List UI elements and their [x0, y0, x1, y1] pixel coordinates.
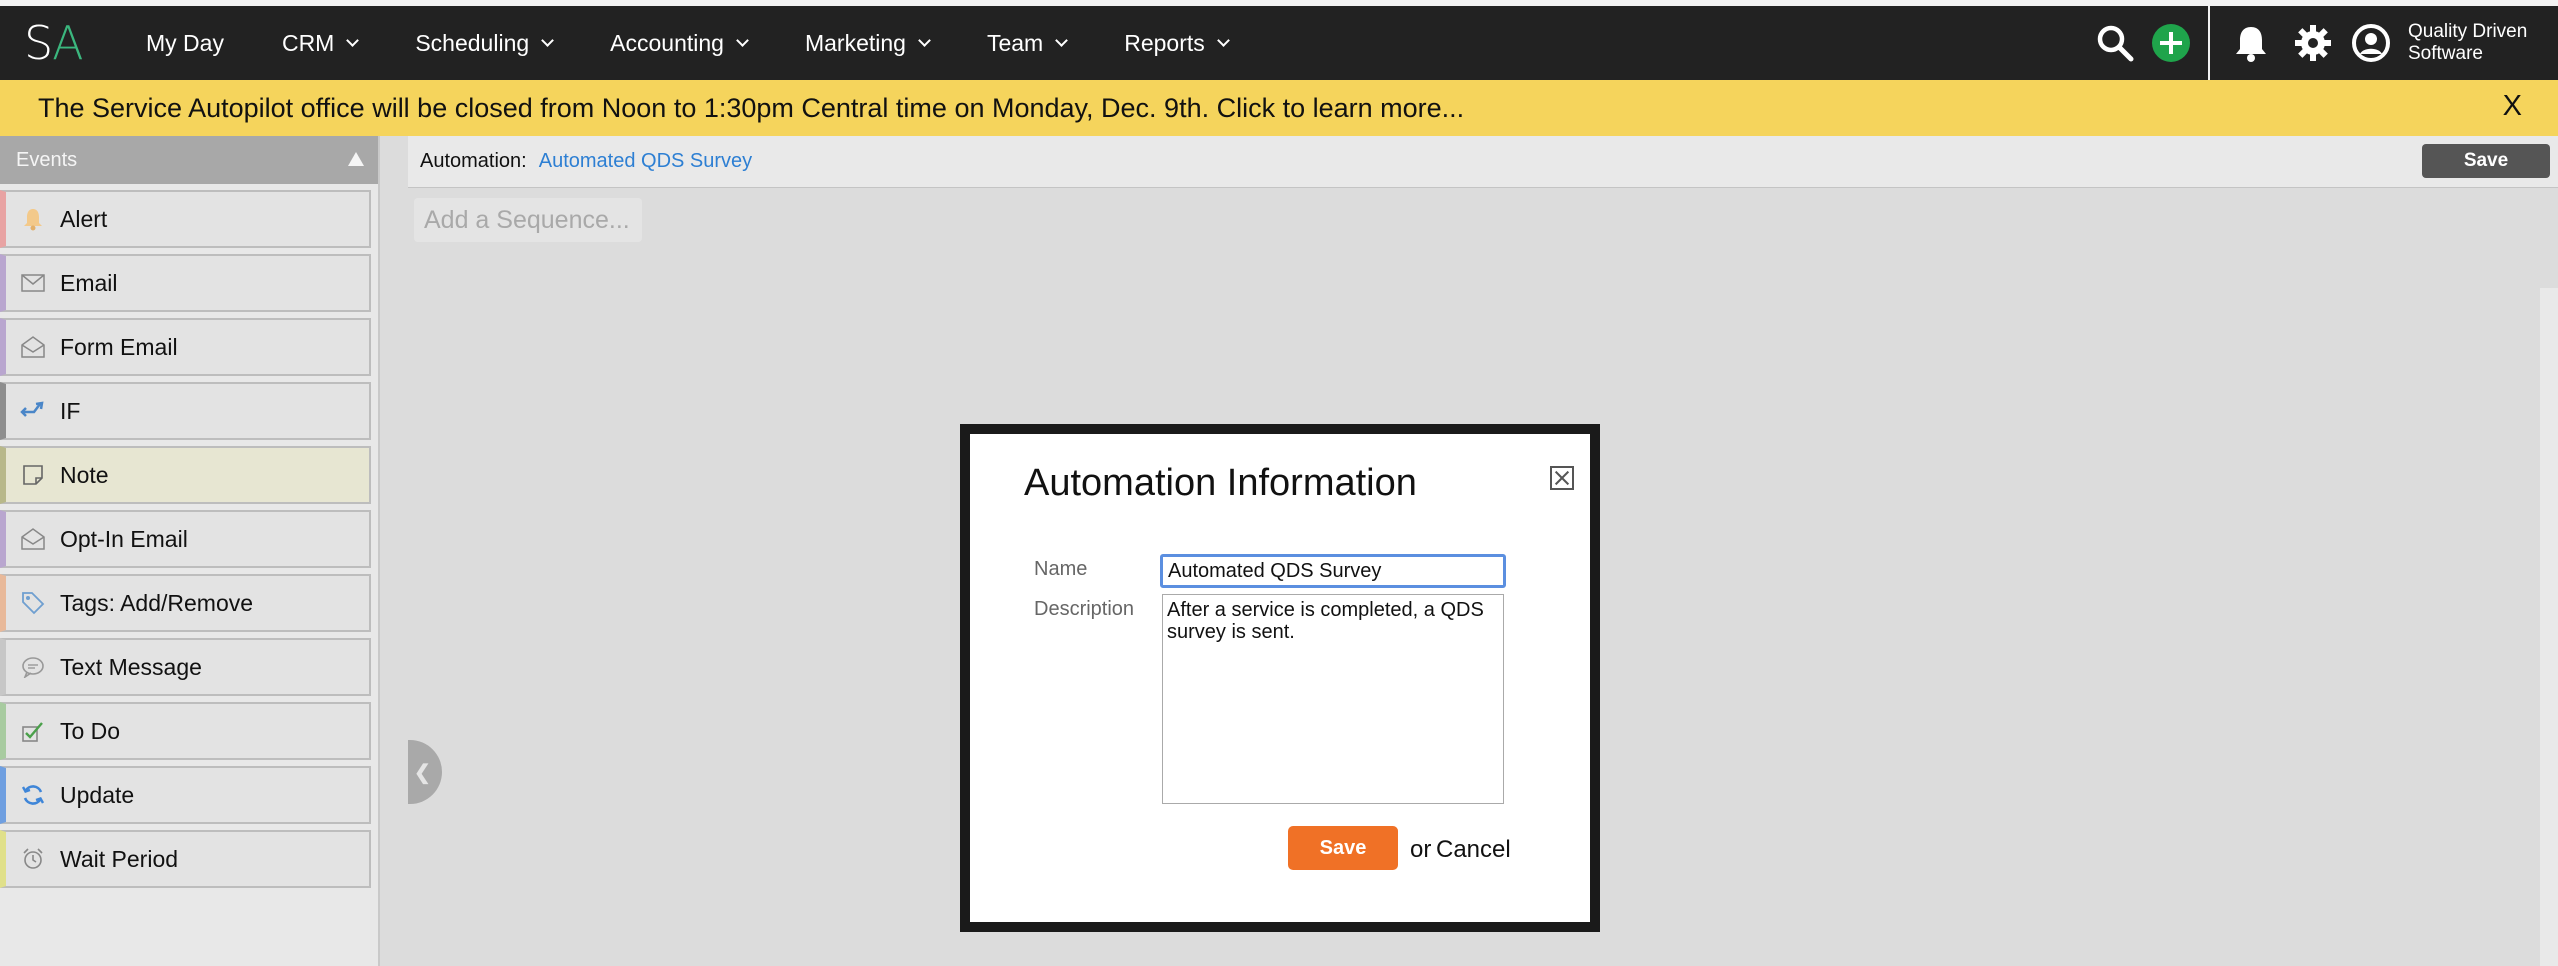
- event-to-do[interactable]: To Do: [0, 702, 371, 760]
- banner-text: The Service Autopilot office will be clo…: [38, 92, 1465, 123]
- chat-bubble-icon: [18, 652, 48, 682]
- events-panel-header[interactable]: Events: [0, 136, 378, 184]
- event-if[interactable]: IF: [0, 382, 371, 440]
- chevron-left-icon: ❮: [414, 762, 431, 784]
- chevron-down-icon: [1216, 33, 1230, 47]
- event-form-email[interactable]: Form Email: [0, 318, 371, 376]
- automation-name-input[interactable]: [1160, 554, 1506, 588]
- automation-information-dialog: Automation Information Name Description …: [960, 424, 1600, 932]
- nav-team[interactable]: Team: [987, 30, 1069, 57]
- event-list: Alert Email Form Email IF Note Opt-In Em…: [0, 184, 378, 888]
- event-label: Alert: [60, 205, 108, 232]
- chevron-down-icon: [541, 33, 555, 47]
- dialog-cancel-link[interactable]: Cancel: [1436, 836, 1511, 864]
- open-envelope-icon: [18, 332, 48, 362]
- event-text-message[interactable]: Text Message: [0, 638, 371, 696]
- refresh-icon: [18, 780, 48, 810]
- event-label: Form Email: [60, 333, 178, 360]
- dialog-save-button[interactable]: Save: [1288, 826, 1398, 870]
- automation-description-textarea[interactable]: After a service is completed, a QDS surv…: [1162, 594, 1504, 804]
- event-update[interactable]: Update: [0, 766, 371, 824]
- event-label: Note: [60, 461, 109, 488]
- event-label: Tags: Add/Remove: [60, 589, 254, 616]
- breadcrumb-automation-link[interactable]: Automated QDS Survey: [539, 150, 752, 173]
- nav-crm[interactable]: CRM: [282, 30, 360, 57]
- canvas-scrollbar[interactable]: [2540, 288, 2558, 966]
- event-label: Text Message: [60, 653, 202, 680]
- event-alert[interactable]: Alert: [0, 190, 371, 248]
- event-opt-in-email[interactable]: Opt-In Email: [0, 510, 371, 568]
- event-tags-add-remove[interactable]: Tags: Add/Remove: [0, 574, 371, 632]
- nav-my-day[interactable]: My Day: [146, 30, 224, 57]
- events-panel-title: Events: [16, 148, 78, 171]
- chevron-down-icon: [918, 33, 931, 47]
- envelope-icon: [18, 268, 48, 298]
- dialog-title: Automation Information: [1024, 462, 1417, 504]
- account-name-line1: Quality Driven: [2408, 21, 2528, 42]
- header-divider: [2208, 6, 2210, 80]
- breadcrumb: Automation: Automated QDS Survey Save: [408, 136, 2558, 188]
- description-label: Description: [1034, 598, 1135, 620]
- tag-icon: [18, 588, 48, 618]
- save-automation-button[interactable]: Save: [2422, 144, 2550, 178]
- add-icon[interactable]: [2148, 20, 2194, 66]
- nav-marketing[interactable]: Marketing: [805, 30, 931, 57]
- open-envelope-icon: [18, 524, 48, 554]
- event-note[interactable]: Note: [0, 446, 371, 504]
- event-label: IF: [60, 397, 81, 424]
- chevron-down-icon: [346, 33, 360, 47]
- account-name-line2: Software: [2408, 43, 2483, 64]
- event-label: Email: [60, 269, 118, 296]
- name-label: Name: [1034, 558, 1088, 580]
- gear-icon[interactable]: [2290, 20, 2336, 66]
- checkbox-icon: [18, 716, 48, 746]
- bell-icon[interactable]: [2228, 20, 2274, 66]
- event-label: Opt-In Email: [60, 525, 188, 552]
- add-sequence-button[interactable]: Add a Sequence...: [414, 198, 642, 242]
- event-label: Update: [60, 781, 135, 808]
- event-wait-period[interactable]: Wait Period: [0, 830, 371, 888]
- bell-icon: [18, 204, 48, 234]
- nav-reports[interactable]: Reports: [1124, 30, 1230, 57]
- or-text: or: [1410, 836, 1432, 863]
- chevron-down-icon: [736, 33, 749, 47]
- collapse-arrow-icon[interactable]: [348, 152, 364, 166]
- branch-arrow-icon: [18, 396, 48, 426]
- breadcrumb-label: Automation:: [420, 150, 527, 172]
- top-navigation-bar: SA My Day CRM Scheduling Accounting Mark…: [0, 0, 2558, 80]
- events-sidebar: Events Alert Email Form Email IF Note Op…: [0, 136, 380, 966]
- account-name[interactable]: Quality Driven Software: [2408, 21, 2558, 65]
- alarm-clock-icon: [18, 844, 48, 874]
- announcement-banner[interactable]: The Service Autopilot office will be clo…: [0, 80, 2558, 136]
- header-actions: Quality Driven Software: [2092, 6, 2558, 80]
- note-icon: [18, 460, 48, 490]
- event-label: Wait Period: [60, 845, 179, 872]
- event-email[interactable]: Email: [0, 254, 371, 312]
- banner-close-button[interactable]: X: [2503, 90, 2522, 123]
- service-autopilot-logo[interactable]: SA: [24, 16, 84, 70]
- event-label: To Do: [60, 717, 121, 744]
- search-icon[interactable]: [2092, 20, 2138, 66]
- main-nav: My Day CRM Scheduling Accounting Marketi…: [146, 6, 1286, 80]
- nav-accounting[interactable]: Accounting: [610, 30, 749, 57]
- user-icon[interactable]: [2348, 20, 2394, 66]
- nav-scheduling[interactable]: Scheduling: [415, 30, 555, 57]
- chevron-down-icon: [1055, 33, 1069, 47]
- close-icon[interactable]: [1550, 466, 1574, 490]
